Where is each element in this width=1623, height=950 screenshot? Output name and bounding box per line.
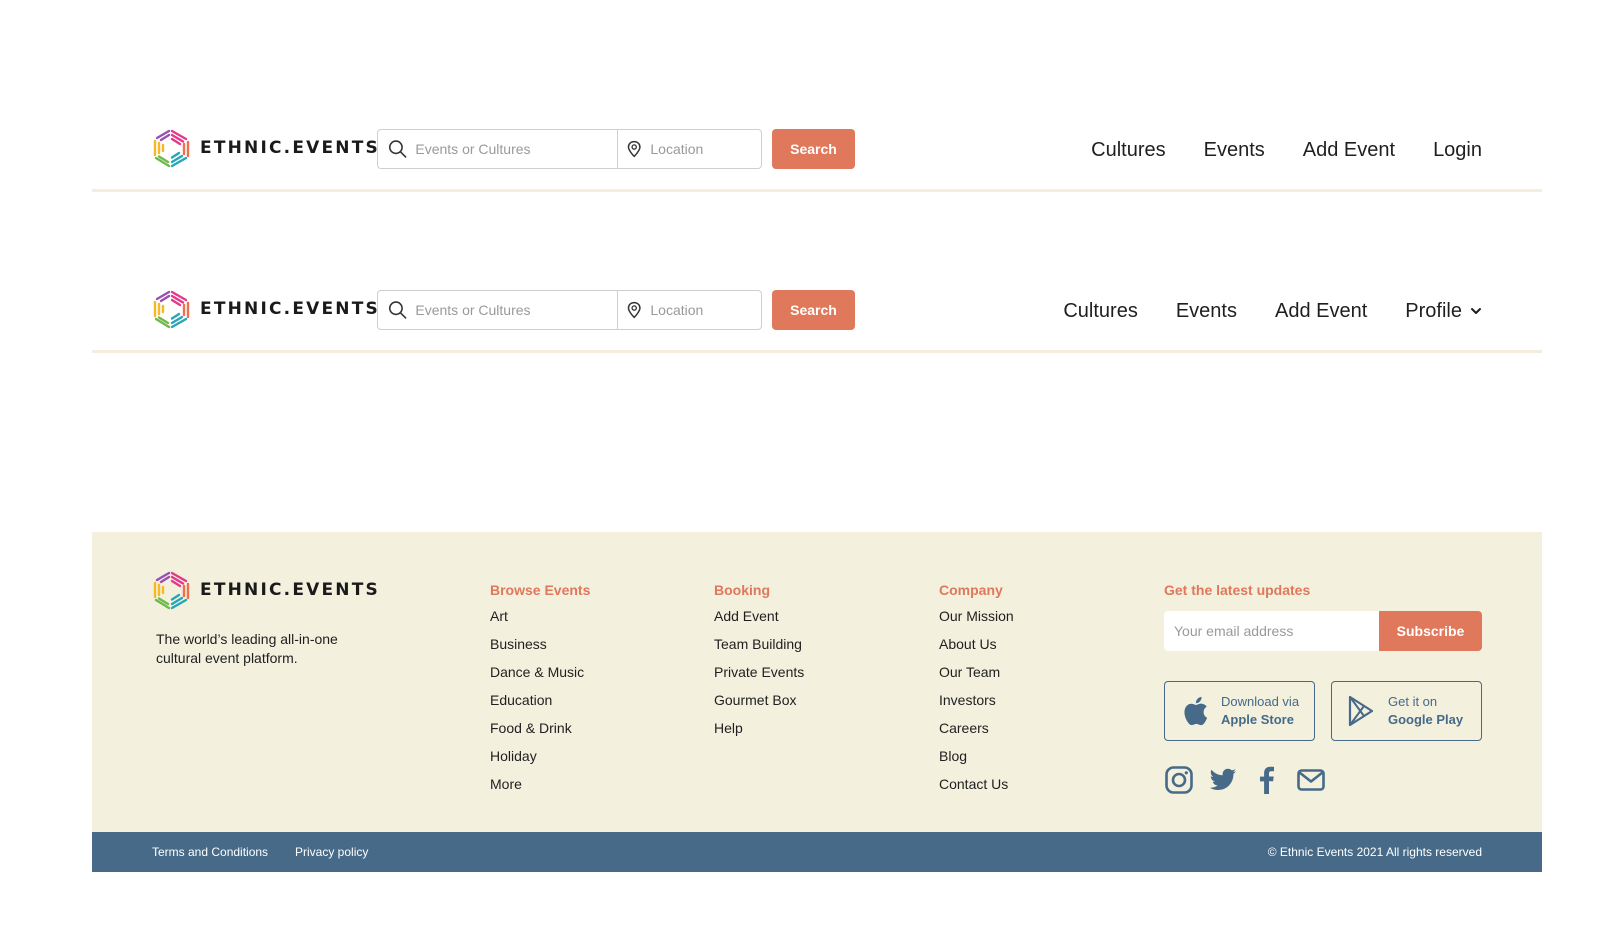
footer-booking-column: Booking Add Event Team Building Private … — [714, 582, 804, 747]
brand-logo[interactable]: ETHNIC.EVENTS — [152, 289, 380, 329]
social-links — [1164, 765, 1482, 795]
search-icon — [388, 140, 407, 158]
location-search-input[interactable] — [650, 302, 761, 318]
app-store-links: Download via Apple Store Get it on Googl… — [1164, 681, 1482, 741]
search-button[interactable]: Search — [772, 129, 855, 169]
search-icon — [388, 301, 407, 319]
brand-name: ETHNIC.EVENTS — [200, 299, 380, 319]
brand-mark-icon — [153, 290, 190, 329]
copyright-text: © Ethnic Events 2021 All rights reserved — [1267, 845, 1482, 859]
twitter-icon[interactable] — [1208, 765, 1238, 795]
footer-link-add-event[interactable]: Add Event — [714, 607, 804, 626]
nav-profile-dropdown[interactable]: Profile — [1405, 300, 1482, 323]
footer-link-team-building[interactable]: Team Building — [714, 635, 804, 654]
google-play-icon — [1348, 695, 1374, 727]
location-search-field — [618, 291, 761, 329]
brand-name: ETHNIC.EVENTS — [200, 138, 380, 158]
apple-store-text: Download via Apple Store — [1221, 693, 1299, 729]
header-user: ETHNIC.EVENTS Search Cultures Events Add… — [92, 281, 1542, 353]
footer-bottom-bar: Terms and Conditions Privacy policy © Et… — [92, 832, 1542, 872]
footer-link-gourmet-box[interactable]: Gourmet Box — [714, 691, 804, 710]
footer-browse-column: Browse Events Art Business Dance & Music… — [490, 582, 590, 803]
newsletter-title: Get the latest updates — [1164, 582, 1311, 598]
site-footer: ETHNIC.EVENTS The world’s leading all-in… — [92, 532, 1542, 832]
brand-mark-icon — [153, 571, 190, 610]
footer-link-investors[interactable]: Investors — [939, 691, 1014, 710]
nav-events[interactable]: Events — [1176, 300, 1237, 323]
google-play-text: Get it on Google Play — [1388, 693, 1463, 729]
header-guest: ETHNIC.EVENTS Search Cultures Events Add… — [92, 120, 1542, 192]
footer-link-more[interactable]: More — [490, 775, 590, 794]
brand-mark-icon — [153, 129, 190, 168]
apple-icon — [1184, 696, 1208, 726]
footer-company-column: Company Our Mission About Us Our Team In… — [939, 582, 1014, 803]
footer-column-title: Browse Events — [490, 582, 591, 598]
search-bar — [377, 129, 762, 169]
footer-brand-logo[interactable]: ETHNIC.EVENTS — [152, 570, 380, 610]
footer-tagline: The world’s leading all-in-one cultural … — [156, 631, 338, 666]
footer-link-careers[interactable]: Careers — [939, 719, 1014, 738]
email-input[interactable] — [1164, 611, 1379, 651]
brand-logo[interactable]: ETHNIC.EVENTS — [152, 128, 380, 168]
footer-column-title: Booking — [714, 582, 770, 598]
footer-link-our-team[interactable]: Our Team — [939, 663, 1014, 682]
location-search-field — [618, 130, 761, 168]
chevron-down-icon — [1471, 308, 1481, 314]
footer-link-food-drink[interactable]: Food & Drink — [490, 719, 590, 738]
nav-cultures[interactable]: Cultures — [1091, 139, 1165, 162]
subscribe-button[interactable]: Subscribe — [1379, 611, 1482, 651]
search-button[interactable]: Search — [772, 290, 855, 330]
search-bar — [377, 290, 762, 330]
facebook-icon[interactable] — [1252, 765, 1282, 795]
apple-store-line1: Download via — [1221, 694, 1300, 709]
privacy-link[interactable]: Privacy policy — [295, 845, 368, 859]
footer-link-our-mission[interactable]: Our Mission — [939, 607, 1014, 626]
main-nav: Cultures Events Add Event Login — [1091, 132, 1482, 168]
nav-cultures[interactable]: Cultures — [1063, 300, 1137, 323]
instagram-icon[interactable] — [1164, 765, 1194, 795]
footer-link-dance-music[interactable]: Dance & Music — [490, 663, 590, 682]
mail-icon[interactable] — [1296, 765, 1326, 795]
subscribe-form: Subscribe — [1164, 611, 1482, 651]
location-pin-icon — [627, 301, 641, 319]
nav-profile-label: Profile — [1405, 299, 1462, 322]
footer-link-blog[interactable]: Blog — [939, 747, 1014, 766]
footer-link-help[interactable]: Help — [714, 719, 804, 738]
nav-add-event[interactable]: Add Event — [1303, 139, 1395, 162]
footer-column-title: Company — [939, 582, 1003, 598]
terms-link[interactable]: Terms and Conditions — [152, 845, 268, 859]
footer-link-holiday[interactable]: Holiday — [490, 747, 590, 766]
nav-add-event[interactable]: Add Event — [1275, 300, 1367, 323]
footer-link-art[interactable]: Art — [490, 607, 590, 626]
events-search-field — [378, 291, 618, 329]
events-search-field — [378, 130, 618, 168]
apple-store-button[interactable]: Download via Apple Store — [1164, 681, 1315, 741]
brand-name: ETHNIC.EVENTS — [200, 580, 380, 600]
location-search-input[interactable] — [650, 141, 761, 157]
google-play-line1: Get it on — [1388, 694, 1438, 709]
newsletter-section: Get the latest updates Subscribe Downloa… — [1164, 582, 1482, 795]
footer-link-education[interactable]: Education — [490, 691, 590, 710]
google-play-button[interactable]: Get it on Google Play — [1331, 681, 1482, 741]
apple-store-line2: Apple Store — [1221, 712, 1294, 727]
google-play-line2: Google Play — [1388, 712, 1464, 727]
main-nav: Cultures Events Add Event Profile — [1063, 293, 1482, 329]
footer-link-contact-us[interactable]: Contact Us — [939, 775, 1014, 794]
events-search-input[interactable] — [415, 141, 617, 157]
location-pin-icon — [627, 140, 641, 158]
footer-link-business[interactable]: Business — [490, 635, 590, 654]
footer-link-about-us[interactable]: About Us — [939, 635, 1014, 654]
nav-events[interactable]: Events — [1204, 139, 1265, 162]
footer-link-private-events[interactable]: Private Events — [714, 663, 804, 682]
events-search-input[interactable] — [415, 302, 617, 318]
nav-login[interactable]: Login — [1433, 139, 1482, 162]
